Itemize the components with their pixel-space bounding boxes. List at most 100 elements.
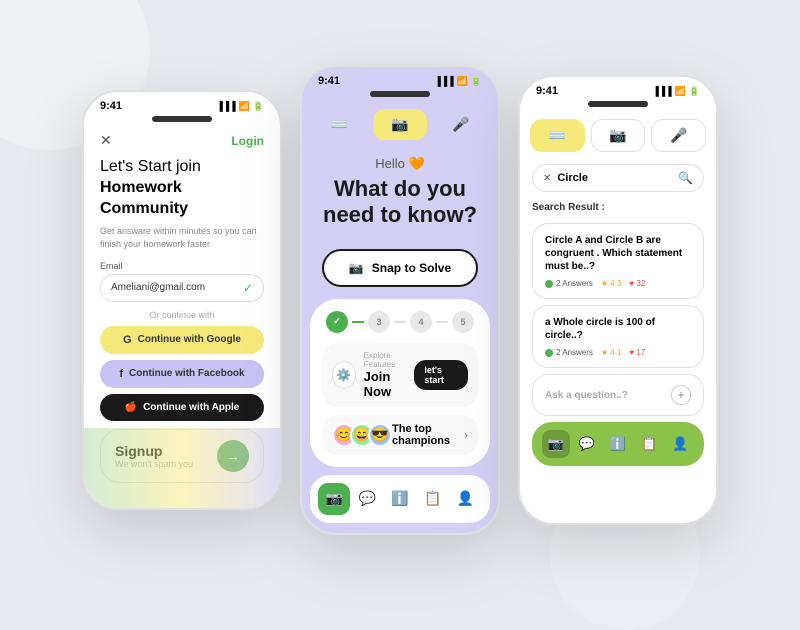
google-button[interactable]: G Continue with Google <box>100 326 264 354</box>
answers-count-1: 2 Answers <box>556 279 593 288</box>
title-bold: Homework Community <box>100 179 188 217</box>
phone1-gradient <box>84 428 280 508</box>
email-input[interactable]: Ameliani@gmail.com ✓ <box>100 274 264 302</box>
result-card-1: Circle A and Circle B are congruent . Wh… <box>532 223 704 299</box>
phone2-status-bar: 9:41 ▐▐▐ 📶 🔋 <box>302 67 498 91</box>
close-button[interactable]: ✕ <box>100 132 112 149</box>
phones-container: 9:41 ▐▐▐ 📶 🔋 ✕ Login Let's Start join Ho… <box>82 65 718 535</box>
step-2: 3 <box>368 311 390 333</box>
phone-2: 9:41 ▐▐▐ 📶 🔋 ⌨️ 📷 🎤 Hello 🧡 What do you … <box>300 65 500 535</box>
search-result-label: Search Result : <box>520 198 716 217</box>
champions-arrow-icon: › <box>464 428 468 442</box>
tab3-mic[interactable]: 🎤 <box>651 119 706 152</box>
phone1-time: 9:41 <box>100 100 122 112</box>
step-line-2 <box>394 321 406 323</box>
search-icon[interactable]: 🔍 <box>678 171 693 185</box>
tab3-camera[interactable]: 📷 <box>591 119 646 152</box>
apple-button[interactable]: 🍎 Continue with Apple <box>100 394 264 421</box>
phone2-hello-section: Hello 🧡 What do you need to know? <box>302 146 498 237</box>
nav3-user[interactable]: 👤 <box>666 430 694 458</box>
result-question-1: Circle A and Circle B are congruent . Wh… <box>545 234 691 273</box>
apple-label: Continue with Apple <box>143 402 239 413</box>
main-question: What do you need to know? <box>318 176 482 229</box>
apple-icon: 🍎 <box>125 402 137 413</box>
tab3-keyboard[interactable]: ⌨️ <box>530 119 585 152</box>
nav-user[interactable]: 👤 <box>450 483 482 515</box>
nav-chat[interactable]: 💬 <box>351 483 383 515</box>
phone2-tabs: ⌨️ 📷 🎤 <box>302 103 498 146</box>
explore-label: Explore Features <box>364 351 415 369</box>
tab-camera[interactable]: 📷 <box>373 109 428 140</box>
heart-count-1: ♥ 32 <box>629 279 645 288</box>
title-normal: Let's Start join <box>100 158 201 175</box>
phone1-header: ✕ Login <box>84 128 280 157</box>
step-dots: ✓ 3 4 5 <box>322 311 478 333</box>
champion-avatars: 😊 😄 😎 <box>332 423 392 447</box>
facebook-label: Continue with Facebook <box>129 368 245 379</box>
step-3: 4 <box>410 311 432 333</box>
phone1-notch <box>152 116 212 122</box>
phone-1: 9:41 ▐▐▐ 📶 🔋 ✕ Login Let's Start join Ho… <box>82 90 282 510</box>
nav-camera[interactable]: 📷 <box>318 483 350 515</box>
snap-label: Snap to Solve <box>372 261 451 275</box>
ask-label: Ask a question..? <box>545 390 628 401</box>
nav3-camera[interactable]: 📷 <box>542 430 570 458</box>
star-rating-1: ★ 4.3 <box>601 279 622 288</box>
snap-to-solve-button[interactable]: 📷 Snap to Solve <box>322 249 478 287</box>
phone3-tabs: ⌨️ 📷 🎤 <box>520 113 716 158</box>
tab-mic[interactable]: 🎤 <box>433 109 488 140</box>
nav3-chat[interactable]: 💬 <box>573 430 601 458</box>
answers-dot-1 <box>545 280 553 288</box>
answers-badge-1: 2 Answers <box>545 279 593 288</box>
answers-dot-2 <box>545 349 553 357</box>
join-now-row: ⚙️ Explore Features Join Now let's start <box>322 343 478 407</box>
phone1-status-bar: 9:41 ▐▐▐ 📶 🔋 <box>84 92 280 116</box>
answers-count-2: 2 Answers <box>556 348 593 357</box>
email-value: Ameliani@gmail.com <box>111 282 205 293</box>
hello-text: Hello 🧡 <box>318 156 482 172</box>
snap-camera-icon: 📷 <box>349 261 364 275</box>
nav3-list[interactable]: 📋 <box>635 430 663 458</box>
phone3-bottom-nav: 📷 💬 ℹ️ 📋 👤 <box>532 422 704 466</box>
phone1-title: Let's Start join Homework Community <box>100 157 264 219</box>
champions-label: The top champions <box>392 423 464 447</box>
search-bar[interactable]: ✕ Circle 🔍 <box>532 164 704 192</box>
phone-3: 9:41 ▐▐▐ 📶 🔋 ⌨️ 📷 🎤 ✕ Circle 🔍 Search Re… <box>518 75 718 525</box>
heart-count-2: ♥ 17 <box>629 348 645 357</box>
phone2-time: 9:41 <box>318 75 340 87</box>
email-label: Email <box>100 261 264 271</box>
champions-row: 😊 😄 😎 The top champions › <box>322 415 478 455</box>
phone3-notch <box>588 101 648 107</box>
phone2-white-card: ✓ 3 4 5 ⚙️ Explore Features Join Now let… <box>310 299 490 467</box>
search-input[interactable]: Circle <box>557 172 672 184</box>
step-line-3 <box>436 321 448 323</box>
lets-start-button[interactable]: let's start <box>414 360 468 390</box>
add-question-button[interactable]: + <box>671 385 691 405</box>
check-icon: ✓ <box>243 281 253 295</box>
join-icon: ⚙️ <box>332 361 356 389</box>
nav-list[interactable]: 📋 <box>417 483 449 515</box>
join-texts: Explore Features Join Now <box>364 351 415 399</box>
step-line-1 <box>352 321 364 323</box>
join-left: ⚙️ Explore Features Join Now <box>332 351 414 399</box>
facebook-icon: f <box>119 368 123 380</box>
login-link[interactable]: Login <box>231 134 264 148</box>
step-4: 5 <box>452 311 474 333</box>
ask-question-card[interactable]: Ask a question..? + <box>532 374 704 416</box>
google-label: Continue with Google <box>138 334 241 345</box>
google-icon: G <box>123 334 132 346</box>
nav-info[interactable]: ℹ️ <box>384 483 416 515</box>
phone2-notch <box>370 91 430 97</box>
phone2-bottom-nav: 📷 💬 ℹ️ 📋 👤 <box>310 475 490 523</box>
facebook-button[interactable]: f Continue with Facebook <box>100 360 264 388</box>
phone3-status-bar: 9:41 ▐▐▐ 📶 🔋 <box>520 77 716 101</box>
tab-keyboard[interactable]: ⌨️ <box>312 109 367 140</box>
nav3-info[interactable]: ℹ️ <box>604 430 632 458</box>
divider-text: Or continue with <box>100 310 264 320</box>
answers-badge-2: 2 Answers <box>545 348 593 357</box>
phone1-status-icons: ▐▐▐ 📶 🔋 <box>216 101 264 112</box>
step-1: ✓ <box>326 311 348 333</box>
join-now-label: Join Now <box>364 369 415 399</box>
search-close-icon[interactable]: ✕ <box>543 173 551 184</box>
result-question-2: a Whole circle is 100 of circle..? <box>545 316 691 342</box>
